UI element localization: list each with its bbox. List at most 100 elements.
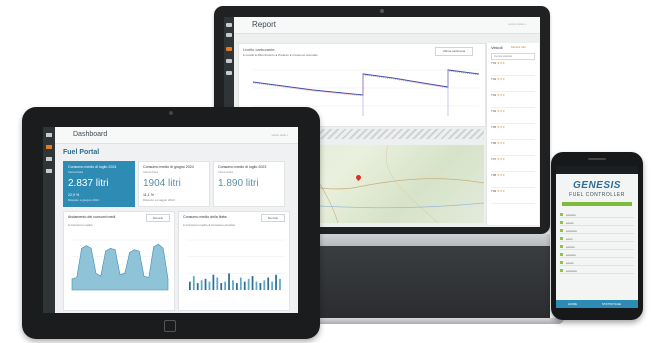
- header-user-links[interactable]: ▪▪▪▪▪▪▪ ▪▪▪▪▪▪ ▪: [271, 133, 288, 137]
- bar: [243, 281, 246, 290]
- status-icon: [560, 221, 563, 224]
- dashboard-icon[interactable]: [46, 145, 52, 149]
- dashboard-icon[interactable]: [226, 33, 232, 37]
- kpi-card-july-2024[interactable]: Consumo medio di luglio 2024 Intera flot…: [63, 161, 135, 207]
- bar: [228, 273, 230, 290]
- list-item[interactable]: ▪▪▪▪▪▪▪▪▪▪: [560, 268, 634, 274]
- home-tab[interactable]: HOME: [568, 302, 577, 306]
- rating-icon: ★★★: [497, 61, 506, 65]
- chart-legend: ● Livello ● Rifornimento ● Prelievo ● Co…: [243, 53, 318, 57]
- period-select[interactable]: Ultima settimana: [435, 47, 473, 56]
- list-item[interactable]: T02 ★★★: [491, 77, 535, 92]
- page-title: Dashboard: [73, 131, 108, 138]
- bar: [220, 283, 223, 290]
- tablet-home-button[interactable]: [164, 320, 176, 332]
- bar: [208, 281, 211, 290]
- chart-title: Livello carburante: [243, 47, 275, 52]
- brand-logo: GENESIS: [573, 180, 621, 191]
- period-dropdown[interactable]: Mensile: [146, 214, 170, 222]
- vehicles-sidebar: Veicoli Mostra tutti Cerca veicolo T01 ★…: [486, 43, 539, 225]
- menu-icon[interactable]: [46, 133, 52, 137]
- bar: [255, 281, 258, 290]
- chart-legend: ● Consumo medio ● Consumo previsto: [183, 223, 236, 227]
- status-icon: [560, 261, 563, 264]
- list-item[interactable]: T08 ★★★: [491, 173, 535, 188]
- list-item[interactable]: T07 ★★★: [491, 157, 535, 172]
- bar: [200, 280, 203, 290]
- tablet-header: Dashboard ▪▪▪▪▪▪▪ ▪▪▪▪▪▪ ▪: [55, 127, 298, 144]
- status-bar: [556, 166, 638, 174]
- bar: [204, 278, 207, 290]
- phone-bottom-nav: HOME STATISTICHE: [556, 300, 638, 308]
- list-item[interactable]: T01 ★★★: [491, 61, 535, 76]
- chart-legend: ● Consumo medio: [68, 223, 93, 227]
- vehicle-icon[interactable]: [226, 59, 232, 63]
- bar: [259, 283, 262, 290]
- bar: [192, 276, 195, 290]
- kpi-card-july-2023[interactable]: Consumo medio di luglio 2023 Intera flot…: [213, 161, 285, 207]
- status-icon: [560, 213, 563, 216]
- list-item[interactable]: ▪▪▪▪▪▪▪: [560, 220, 634, 226]
- bar: [236, 283, 238, 290]
- rating-icon: ★★★: [497, 141, 506, 145]
- list-item[interactable]: ▪▪▪▪▪▪▪▪: [560, 244, 634, 250]
- bar: [239, 277, 242, 290]
- progress-bar: [562, 202, 632, 206]
- consumption-area: [71, 243, 169, 291]
- bar: [279, 278, 281, 290]
- report-icon[interactable]: [226, 47, 232, 51]
- phone-screen: GENESIS FUEL CONTROLLER ▪▪▪▪▪▪▪▪▪ ▪▪▪▪▪▪…: [556, 166, 638, 308]
- bar: [189, 281, 191, 290]
- list-item[interactable]: ▪▪▪▪▪▪: [560, 236, 634, 242]
- bar: [251, 276, 254, 290]
- list-item[interactable]: T05 ★★★: [491, 125, 535, 140]
- settings-icon[interactable]: [226, 71, 232, 75]
- kpi-card-june-2024[interactable]: Consumo medio di giugno 2024 Intera flot…: [138, 161, 210, 207]
- list-item[interactable]: T04 ★★★: [491, 109, 535, 124]
- bar: [271, 281, 274, 290]
- consumption-trend-panel: Andamento dei consumi medi Mensile ● Con…: [63, 211, 175, 311]
- tablet-nav-rail: [43, 127, 55, 313]
- tablet-camera: [169, 111, 173, 115]
- bar: [247, 278, 250, 290]
- rating-icon: ★★★: [497, 173, 506, 177]
- list-item[interactable]: T06 ★★★: [491, 141, 535, 156]
- list-item[interactable]: T03 ★★★: [491, 93, 535, 108]
- brand-subtitle: FUEL CONTROLLER: [569, 192, 625, 198]
- consumption-area-chart: [71, 239, 170, 291]
- bar: [196, 283, 199, 290]
- fleet-bar-chart: [187, 239, 285, 291]
- status-icon: [560, 229, 563, 232]
- list-item[interactable]: ▪▪▪▪▪▪▪▪▪: [560, 212, 634, 218]
- stats-tab[interactable]: STATISTICHE: [602, 302, 621, 306]
- bar: [267, 277, 270, 290]
- show-all-link[interactable]: Mostra tutti: [511, 45, 526, 49]
- status-icon: [560, 237, 563, 240]
- rating-icon: ★★★: [497, 93, 506, 97]
- status-icon: [560, 253, 563, 256]
- rating-icon: ★★★: [497, 125, 506, 129]
- bar: [224, 281, 227, 290]
- list-item[interactable]: T09 ★★★: [491, 189, 535, 204]
- report-icon[interactable]: [46, 157, 52, 161]
- rating-icon: ★★★: [497, 109, 506, 113]
- menu-icon[interactable]: [226, 23, 232, 27]
- status-icon: [560, 245, 563, 248]
- bar: [212, 274, 215, 290]
- vehicle-search-input[interactable]: Cerca veicolo: [491, 53, 535, 60]
- page-title: Report: [252, 20, 277, 29]
- phone-speaker: [588, 158, 606, 160]
- tablet-screen: Dashboard ▪▪▪▪▪▪▪ ▪▪▪▪▪▪ ▪ Fuel Portal C…: [43, 127, 298, 313]
- bar: [232, 280, 234, 290]
- laptop-header: Report ▪▪▪▪▪▪▪ ▪▪▪▪▪▪▪ ▪: [234, 17, 540, 34]
- bar: [275, 274, 277, 290]
- period-dropdown[interactable]: Mensile: [261, 214, 285, 222]
- bar: [263, 280, 266, 290]
- list-item[interactable]: ▪▪▪▪▪▪▪▪▪: [560, 252, 634, 258]
- header-user-links[interactable]: ▪▪▪▪▪▪▪ ▪▪▪▪▪▪▪ ▪: [508, 22, 526, 26]
- settings-icon[interactable]: [46, 169, 52, 173]
- rating-icon: ★★★: [497, 189, 506, 193]
- list-item[interactable]: ▪▪▪▪▪▪▪▪▪▪: [560, 228, 634, 234]
- laptop-camera: [380, 9, 384, 13]
- list-item[interactable]: ▪▪▪▪▪▪▪: [560, 260, 634, 266]
